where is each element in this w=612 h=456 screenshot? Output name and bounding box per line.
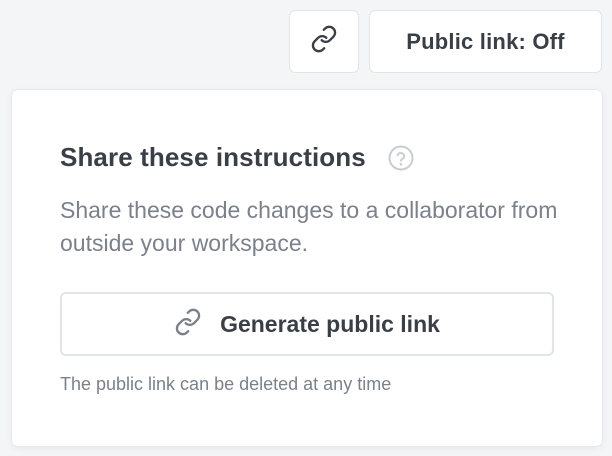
panel-header: Share these instructions [60, 142, 414, 173]
public-link-toggle-button[interactable]: Public link: Off [369, 10, 602, 73]
panel-title: Share these instructions [60, 142, 366, 172]
public-link-toggle-label: Public link: Off [406, 28, 565, 54]
link-icon [310, 25, 338, 58]
question-circle-icon[interactable] [388, 145, 414, 171]
generate-public-link-button[interactable]: Generate public link [60, 292, 554, 356]
panel-description: Share these code changes to a collaborat… [60, 197, 558, 256]
share-instructions-panel: Share these instructions Share these cod… [12, 90, 602, 446]
copy-link-button[interactable] [289, 10, 359, 73]
top-toolbar: Public link: Off [289, 10, 602, 73]
link-icon [174, 308, 202, 341]
generate-public-link-label: Generate public link [220, 310, 440, 337]
panel-note: The public link can be deleted at any ti… [60, 374, 392, 394]
